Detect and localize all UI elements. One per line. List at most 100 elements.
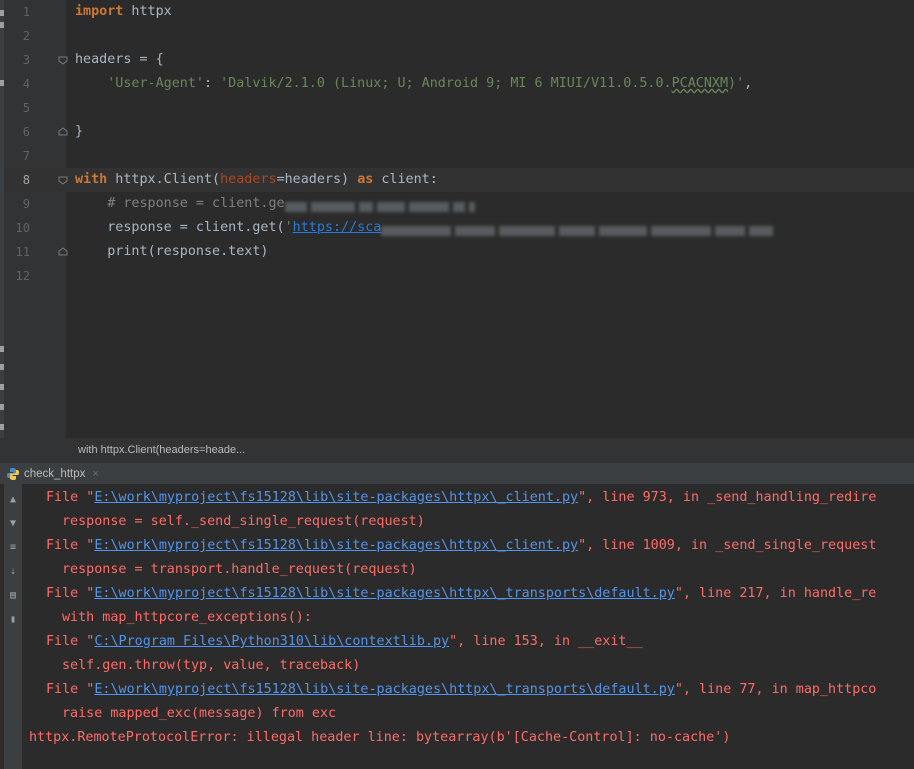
line-number[interactable]: 8: [4, 168, 30, 192]
console-text: ", line 77, in map_httpco: [674, 682, 877, 697]
scroll-down-icon[interactable]: ▼: [7, 518, 19, 530]
run-console[interactable]: ▲ ▼ ≡ ⇣ ▤ ▮ File "E:\work\myproject\fs15…: [0, 484, 914, 769]
code-text: print(response.text): [75, 240, 268, 264]
code-token: https://sca: [292, 220, 382, 235]
code-token: 'User-Agent': [75, 76, 204, 91]
file-path-link[interactable]: E:\work\myproject\fs15128\lib\site-packa…: [94, 490, 578, 505]
scroll-to-end-icon[interactable]: ⇣: [7, 566, 19, 578]
file-path-link[interactable]: C:\Program Files\Python310\lib\contextli…: [94, 634, 449, 649]
console-line: File "E:\work\myproject\fs15128\lib\site…: [46, 534, 876, 558]
strip-marker[interactable]: [0, 22, 4, 28]
code-line[interactable]: 7: [0, 144, 914, 168]
breadcrumb: with httpx.Client(headers=heade...: [0, 438, 914, 463]
redacted-region: [284, 196, 479, 212]
console-line: response = self._send_single_request(req…: [62, 510, 425, 534]
scroll-up-icon[interactable]: ▲: [7, 494, 19, 506]
line-number[interactable]: 7: [4, 144, 30, 168]
code-line[interactable]: 10 response = client.get('https://sca: [0, 216, 914, 240]
strip-marker[interactable]: [0, 364, 4, 370]
console-line: httpx.RemoteProtocolError: illegal heade…: [29, 726, 730, 750]
tab-check-httpx[interactable]: check_httpx ×: [6, 466, 99, 482]
console-line: with map_httpcore_exceptions():: [62, 606, 312, 630]
console-line: File "E:\work\myproject\fs15128\lib\site…: [46, 678, 876, 702]
file-path-link[interactable]: E:\work\myproject\fs15128\lib\site-packa…: [94, 538, 578, 553]
strip-marker[interactable]: [0, 384, 4, 390]
console-text: ", line 153, in __exit__: [449, 634, 643, 649]
console-text: File ": [46, 586, 95, 601]
run-tool-tabbar: check_httpx ×: [0, 462, 914, 485]
line-number[interactable]: 3: [4, 48, 30, 72]
line-number[interactable]: 9: [4, 192, 30, 216]
code-text: headers = {: [75, 48, 164, 72]
code-token: ,: [744, 76, 753, 91]
breadcrumb-item[interactable]: with httpx.Client(headers=heade...: [78, 444, 245, 456]
code-line[interactable]: 5: [0, 96, 914, 120]
code-token: response = client.get(: [75, 220, 285, 235]
code-token: headers = {: [75, 52, 164, 67]
line-number[interactable]: 10: [4, 216, 30, 240]
file-path-link[interactable]: E:\work\myproject\fs15128\lib\site-packa…: [94, 682, 674, 697]
code-editor[interactable]: 1 import httpx 2 3 headers = { 4 'User-Agent'…: [0, 0, 914, 438]
code-token: httpx: [123, 4, 172, 19]
fold-open-icon[interactable]: [58, 175, 68, 185]
print-icon[interactable]: ▤: [7, 590, 19, 602]
tab-label: check_httpx: [24, 468, 86, 480]
code-token: ': [284, 220, 293, 235]
code-line[interactable]: 11 print(response.text): [0, 240, 914, 264]
code-token: # response = client.ge: [75, 196, 285, 211]
code-token: :: [204, 76, 221, 91]
code-token: import: [75, 4, 124, 19]
console-line: self.gen.throw(typ, value, traceback): [62, 654, 360, 678]
close-icon[interactable]: ×: [92, 468, 98, 480]
code-line[interactable]: 12: [0, 264, 914, 288]
strip-marker[interactable]: [0, 346, 4, 352]
console-text: raise mapped_exc(message) from exc: [62, 706, 337, 721]
code-line[interactable]: 6}: [0, 120, 914, 144]
code-token: =headers): [276, 172, 358, 187]
console-text: File ": [46, 538, 95, 553]
fold-open-icon[interactable]: [58, 55, 68, 65]
code-line[interactable]: 9 # response = client.ge: [0, 192, 914, 216]
console-line: File "C:\Program Files\Python310\lib\con…: [46, 630, 643, 654]
line-number[interactable]: 12: [4, 264, 30, 288]
soft-wrap-icon[interactable]: ≡: [7, 542, 19, 554]
line-number[interactable]: 11: [4, 240, 30, 264]
console-text: ", line 1009, in _send_single_request: [578, 538, 877, 553]
code-line[interactable]: 3 headers = {: [0, 48, 914, 72]
code-line[interactable]: 4 'User-Agent': 'Dalvik/2.1.0 (Linux; U;…: [0, 72, 914, 96]
line-number[interactable]: 4: [4, 72, 30, 96]
code-text: response = client.get('https://sca: [75, 216, 777, 240]
code-token: with: [75, 172, 108, 187]
file-path-link[interactable]: E:\work\myproject\fs15128\lib\site-packa…: [94, 586, 674, 601]
console-text: ", line 217, in handle_re: [674, 586, 877, 601]
strip-marker[interactable]: [0, 404, 4, 410]
strip-marker[interactable]: [0, 10, 4, 16]
line-number[interactable]: 6: [4, 120, 30, 144]
code-text: import httpx: [75, 0, 172, 24]
console-toolbar: ▲ ▼ ≡ ⇣ ▤ ▮: [4, 484, 22, 769]
console-line: File "E:\work\myproject\fs15128\lib\site…: [46, 582, 876, 606]
code-token: headers: [220, 172, 277, 187]
line-number[interactable]: 1: [4, 0, 30, 24]
strip-marker[interactable]: [0, 80, 4, 86]
console-text: File ": [46, 490, 95, 505]
fold-end-icon[interactable]: [58, 127, 68, 137]
strip-marker[interactable]: [0, 424, 4, 430]
code-token: print: [107, 244, 148, 259]
console-text: with map_httpcore_exceptions():: [62, 610, 312, 625]
code-line[interactable]: 1 import httpx: [0, 0, 914, 24]
code-token: httpx.Client(: [107, 172, 221, 187]
console-text: File ": [46, 682, 95, 697]
fold-end-icon[interactable]: [58, 247, 68, 257]
console-text: httpx.RemoteProtocolError: illegal heade…: [29, 730, 731, 745]
console-line: raise mapped_exc(message) from exc: [62, 702, 336, 726]
code-token: as: [357, 172, 374, 187]
delete-icon[interactable]: ▮: [7, 614, 19, 626]
line-number[interactable]: 5: [4, 96, 30, 120]
console-text: self.gen.throw(typ, value, traceback): [62, 658, 361, 673]
console-line: response = transport.handle_request(requ…: [62, 558, 417, 582]
line-number[interactable]: 2: [4, 24, 30, 48]
code-line[interactable]: 8 with httpx.Client(headers=headers) as c…: [0, 168, 914, 192]
code-line[interactable]: 2: [0, 24, 914, 48]
